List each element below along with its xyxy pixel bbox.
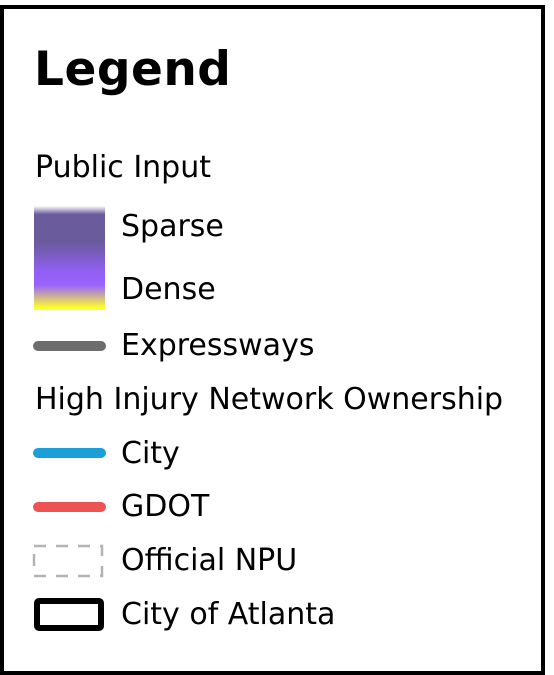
expressways-label: Expressways: [121, 328, 315, 363]
gdot-line-swatch: [33, 502, 106, 512]
gdot-label: GDOT: [121, 489, 210, 524]
public-input-heading: Public Input: [35, 150, 212, 185]
hin-ownership-heading: High Injury Network Ownership: [35, 382, 504, 417]
npu-dashed-outline: [32, 544, 104, 578]
official-npu-label: Official NPU: [121, 543, 298, 578]
city-of-atlanta-boundary-swatch: [34, 598, 104, 631]
city-of-atlanta-label: City of Atlanta: [121, 597, 336, 632]
legend-title: Legend: [34, 42, 232, 97]
dense-label: Dense: [121, 272, 216, 307]
official-npu-dashed-boundary-swatch: [32, 544, 104, 578]
sparse-label: Sparse: [121, 209, 224, 244]
city-label: City: [121, 436, 180, 471]
city-line-swatch: [33, 448, 106, 458]
expressways-line-swatch: [33, 341, 106, 351]
public-input-density-gradient: [34, 206, 105, 310]
